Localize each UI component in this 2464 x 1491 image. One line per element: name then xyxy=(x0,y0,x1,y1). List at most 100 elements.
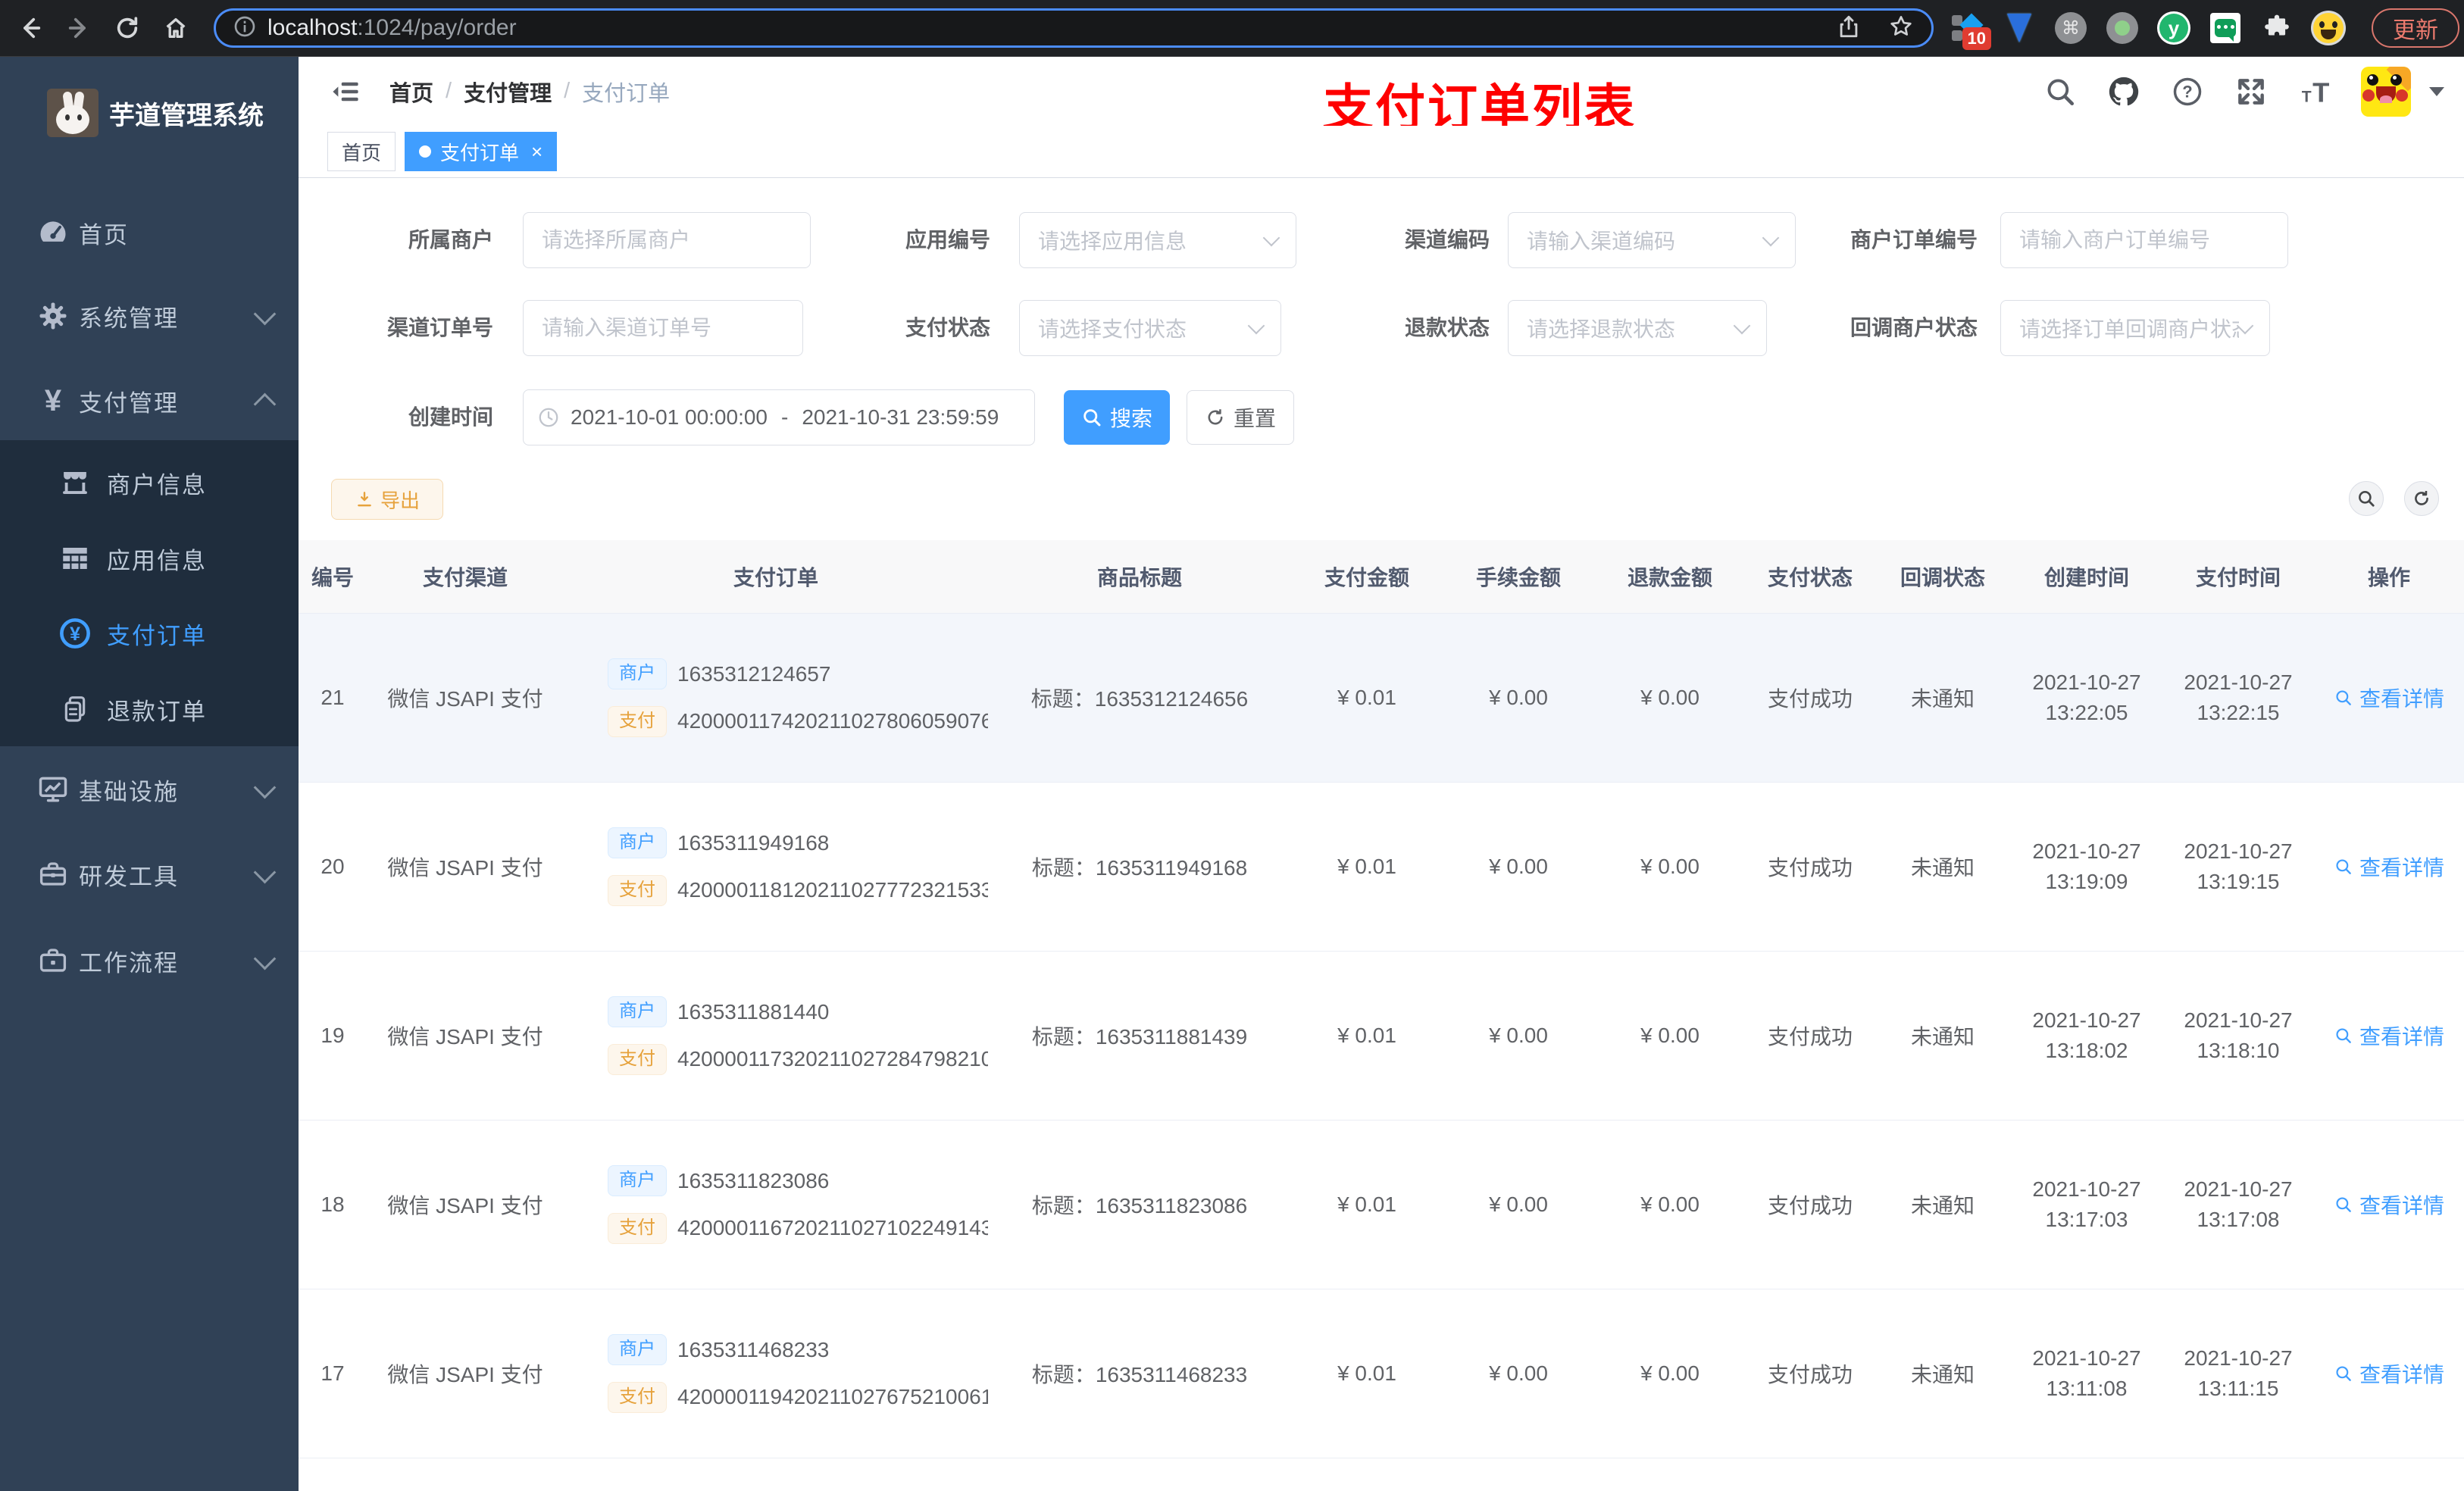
sidebar-item-8[interactable]: 研发工具 xyxy=(0,836,299,912)
order-id: 17 xyxy=(321,1361,345,1385)
pay-order-no: 4200001167202110271022491439 xyxy=(677,1216,988,1240)
extension-yudao-icon[interactable]: y xyxy=(2156,11,2191,45)
sidebar-item-1[interactable]: 系统管理 xyxy=(0,278,299,354)
table-row: 21 微信 JSAPI 支付 商户 1635312124657 支付 4200001174… xyxy=(299,614,2464,783)
extensions-puzzle-icon[interactable] xyxy=(2259,11,2294,45)
active-tab-dot xyxy=(419,145,432,158)
sidebar-item-9[interactable]: 工作流程 xyxy=(0,923,299,999)
url-bar[interactable]: localhost:1024/pay/order xyxy=(214,8,1934,48)
refresh-icon[interactable] xyxy=(109,10,145,46)
date-end: 2021-10-31 23:59:59 xyxy=(802,405,999,429)
view-detail-link[interactable]: 查看详情 xyxy=(2334,1358,2444,1389)
extension-command-icon[interactable]: ⌘ xyxy=(2053,11,2088,45)
filter-input[interactable] xyxy=(2000,212,2288,268)
table-cell: 标题：1635311823086 xyxy=(988,1121,1291,1289)
filter-label: 应用编号 xyxy=(905,228,990,252)
filter-input-field[interactable] xyxy=(2019,228,2269,252)
filter-select[interactable]: 请选择支付状态 xyxy=(1019,300,1281,356)
breadcrumb-item-1[interactable]: 支付管理 xyxy=(464,76,552,108)
view-detail-link[interactable]: 查看详情 xyxy=(2334,852,2444,882)
filter-input[interactable] xyxy=(523,300,803,356)
pay-tag: 支付 xyxy=(608,706,667,737)
filter-select[interactable]: 请选择订单回调商户状态 xyxy=(2000,300,2270,356)
site-info-icon[interactable] xyxy=(233,14,257,42)
bookmark-star-icon[interactable] xyxy=(1887,13,1915,44)
profile-avatar-icon[interactable] xyxy=(2311,11,2346,45)
filter-label: 渠道订单号 xyxy=(386,316,493,339)
merchant-order-line: 商户 1635311949168 xyxy=(608,827,829,858)
extension-diamond-icon[interactable]: 10 xyxy=(1950,11,1991,50)
notify-status: 未通知 xyxy=(1910,687,1975,711)
yen-icon: ¥ xyxy=(44,384,62,417)
extension-hangouts-icon[interactable] xyxy=(2208,11,2243,45)
fullscreen-icon[interactable] xyxy=(2234,74,2269,109)
table-search-toggle-icon[interactable] xyxy=(2349,481,2384,516)
table-cell: 查看详情 xyxy=(2314,614,2464,782)
help-icon[interactable]: ? xyxy=(2170,74,2205,109)
pay-order-no: 4200001174202110278060590766 xyxy=(677,709,988,733)
sidebar-item-4[interactable]: 应用信息 xyxy=(0,520,299,596)
header-actions: ? TT xyxy=(2043,66,2444,117)
share-icon[interactable] xyxy=(1836,14,1862,43)
sidebar-item-6[interactable]: 退款订单 xyxy=(0,671,299,747)
merchant-order-no: 1635311949168 xyxy=(677,830,830,855)
filter-label: 支付状态 xyxy=(905,316,990,339)
app-logo[interactable]: 芋道管理系统 xyxy=(0,67,264,158)
home-icon[interactable] xyxy=(158,10,194,46)
pay-order-no: 4200001173202110272847982104 xyxy=(677,1047,988,1071)
breadcrumb-item-0[interactable]: 首页 xyxy=(389,76,433,108)
filter-input[interactable] xyxy=(523,212,811,268)
table-cell: 商户 1635311468233 支付 42000011942021102767521… xyxy=(564,1289,988,1458)
table-cell: 2021-10-27 13:18:02 xyxy=(2032,1008,2141,1062)
app-title: 芋道管理系统 xyxy=(109,101,264,130)
sidebar-item-label: 首页 xyxy=(79,221,129,248)
table-cell: 支付成功 xyxy=(1746,1289,1875,1458)
search-button[interactable]: 搜索 xyxy=(1064,390,1170,445)
back-icon[interactable] xyxy=(12,10,48,46)
filter-input-field[interactable] xyxy=(542,228,792,252)
pay-channel: 微信 JSAPI 支付 xyxy=(387,856,543,880)
date-range-picker[interactable]: 2021-10-01 00:00:00-2021-10-31 23:59:59 xyxy=(523,389,1035,445)
filter-select[interactable]: 请输入渠道编码 xyxy=(1508,212,1796,268)
header-search-icon[interactable] xyxy=(2043,74,2078,109)
table-header-cell: 支付时间 xyxy=(2195,566,2281,589)
table-refresh-icon[interactable] xyxy=(2404,481,2439,516)
browser-update-button[interactable]: 更新 xyxy=(2372,8,2459,48)
table-cell: 17 xyxy=(299,1289,367,1458)
view-detail-link[interactable]: 查看详情 xyxy=(2334,683,2444,713)
forward-icon[interactable] xyxy=(61,10,97,46)
tab-1[interactable]: 支付订单 × xyxy=(405,132,558,171)
sidebar-item-0[interactable]: 首页 xyxy=(0,195,299,270)
table-cell: ¥ 0.01 xyxy=(1291,614,1443,782)
sidebar-item-3[interactable]: 商户信息 xyxy=(0,445,299,520)
goods-title: 标题：1635311949168 xyxy=(1031,856,1248,880)
breadcrumb-separator: / xyxy=(446,79,452,103)
chevron-down-icon xyxy=(253,776,277,799)
view-detail-link[interactable]: 查看详情 xyxy=(2334,1189,2444,1220)
reset-button[interactable]: 重置 xyxy=(1187,390,1294,445)
table-cell: 未通知 xyxy=(1875,1289,2011,1458)
extension-record-icon[interactable] xyxy=(2105,11,2140,45)
view-detail-link[interactable]: 查看详情 xyxy=(2334,1021,2444,1051)
pay-order-line: 支付 4200001173202110272847982104 xyxy=(608,1044,988,1075)
avatar-caret-icon[interactable] xyxy=(2429,86,2444,96)
github-icon[interactable] xyxy=(2106,74,2141,109)
sidebar-item-label: 研发工具 xyxy=(79,863,179,890)
tab-close-icon[interactable]: × xyxy=(531,142,543,161)
sidebar-item-2[interactable]: ¥ 支付管理 xyxy=(0,363,299,439)
url-text[interactable]: localhost:1024/pay/order xyxy=(267,15,517,41)
tab-0[interactable]: 首页 xyxy=(327,132,396,171)
sidebar-item-5[interactable]: ¥ 支付订单 xyxy=(0,595,299,671)
sidebar-fold-icon[interactable] xyxy=(327,73,364,110)
font-size-icon[interactable]: TT xyxy=(2297,74,2332,109)
filter-select[interactable]: 请选择退款状态 xyxy=(1508,300,1767,356)
sidebar-item-7[interactable]: 基础设施 xyxy=(0,752,299,827)
filter-select[interactable]: 请选择应用信息 xyxy=(1019,212,1296,268)
chevron-down-icon xyxy=(253,947,277,970)
extension-balloon-icon[interactable] xyxy=(2002,11,2037,45)
user-avatar[interactable] xyxy=(2361,66,2411,117)
filter-input-field[interactable] xyxy=(542,316,784,340)
pay-status: 支付成功 xyxy=(1767,1363,1853,1386)
pay-status: 支付成功 xyxy=(1767,856,1853,880)
export-button[interactable]: 导出 xyxy=(331,479,443,520)
